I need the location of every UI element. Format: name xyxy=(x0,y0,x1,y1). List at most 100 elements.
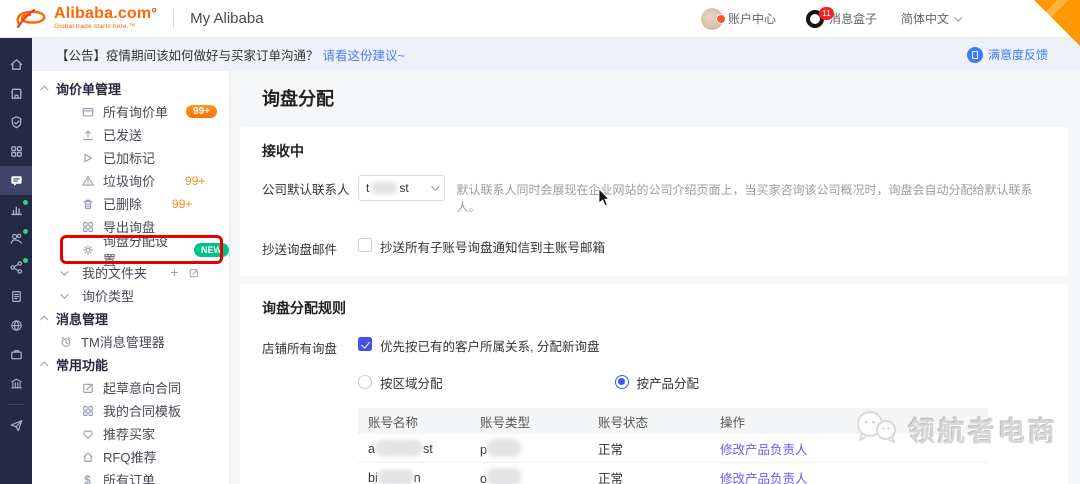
sidebar-item-all-orders[interactable]: $ 所有订单 xyxy=(32,468,229,484)
sidebar-item-tm-manager[interactable]: TM消息管理器 xyxy=(32,330,229,353)
trash-icon xyxy=(80,196,95,211)
account-center-button[interactable]: 账户中心 xyxy=(701,8,776,30)
radio-by-product[interactable]: 按产品分配 xyxy=(615,371,700,392)
rail-analytics-icon[interactable] xyxy=(0,195,32,224)
icon-rail xyxy=(0,38,32,484)
sidebar-item-rfq[interactable]: RFQ推荐 xyxy=(32,445,229,468)
modify-product-owner-link[interactable]: 修改产品负责人 xyxy=(720,443,808,457)
edit-icon[interactable] xyxy=(188,267,200,279)
brand-name: Alibaba.com° xyxy=(54,6,157,22)
rail-apps-icon[interactable] xyxy=(0,137,32,166)
sidebar-item-inquiry-type[interactable]: 询价类型 xyxy=(32,284,229,307)
account-center-label: 账户中心 xyxy=(728,10,776,27)
rail-briefcase-icon[interactable] xyxy=(0,340,32,369)
rail-store-icon[interactable] xyxy=(0,79,32,108)
radio-checked-icon[interactable] xyxy=(615,375,629,389)
language-label: 简体中文 xyxy=(901,10,949,27)
redacted-text xyxy=(378,469,414,484)
grid-icon xyxy=(80,219,95,234)
page-title: 询盘分配 xyxy=(240,85,1068,111)
clock-icon xyxy=(58,334,73,349)
announcement-link[interactable]: 请看这份建议~ xyxy=(323,45,405,64)
cc-email-checkbox[interactable] xyxy=(358,238,372,252)
sidebar-item-all-inquiries[interactable]: 所有询价单 99+ xyxy=(32,100,229,123)
sidebar-section-common-functions[interactable]: 常用功能 xyxy=(32,353,229,376)
main-content: 询盘分配 接收中 公司默认联系人 t st 默认联系人同时会展现在企业网站的公司… xyxy=(230,71,1080,484)
app-title: My Alibaba xyxy=(190,10,263,27)
count-text: 99+ xyxy=(185,174,205,188)
divider xyxy=(173,9,174,29)
sidebar-item-draft-contract[interactable]: 起草意向合同 xyxy=(32,376,229,399)
feedback-label: 满意度反馈 xyxy=(988,46,1048,63)
my-alibaba-app: Alibaba.com° Global trade starts here.™ … xyxy=(0,0,1080,484)
default-contact-label: 公司默认联系人 xyxy=(262,175,358,198)
plus-icon[interactable] xyxy=(169,267,180,278)
chevron-up-icon xyxy=(40,361,48,369)
chevron-up-icon xyxy=(40,315,48,323)
brand-tagline: Global trade starts here.™ xyxy=(54,24,157,31)
sidebar-item-dispatch-settings[interactable]: 询盘分配设置 NEW xyxy=(32,238,229,261)
redacted-text xyxy=(487,439,521,457)
avatar-badge xyxy=(716,14,726,24)
modify-product-owner-link[interactable]: 修改产品负责人 xyxy=(720,472,808,484)
sidebar-item-contract-templates[interactable]: 我的合同模板 xyxy=(32,399,229,422)
radio-unchecked-icon[interactable] xyxy=(358,375,372,389)
status-text: 正常 xyxy=(598,468,720,484)
redacted-text xyxy=(375,440,423,456)
message-box-button[interactable]: 11 消息盒子 xyxy=(806,10,877,28)
sidebar-item-spam[interactable]: 垃圾询价 99+ xyxy=(32,169,229,192)
status-text: 正常 xyxy=(598,439,720,458)
table-row: ast p 正常 修改产品负责人 xyxy=(358,434,988,463)
rail-home-icon[interactable] xyxy=(0,50,32,79)
sidebar-item-recommend-buyers[interactable]: 推荐买家 xyxy=(32,422,229,445)
rail-bank-icon[interactable] xyxy=(0,369,32,398)
sidebar-item-my-folders[interactable]: 我的文件夹 xyxy=(32,261,229,284)
divider xyxy=(8,404,24,405)
default-contact-description: 默认联系人同时会展现在企业网站的公司介绍页面上，当买家咨询该公司概况时，询盘会自… xyxy=(457,175,1045,215)
receiving-card: 接收中 公司默认联系人 t st 默认联系人同时会展现在企业网站的公司介绍页面上… xyxy=(240,127,1068,276)
radio-by-region[interactable]: 按区域分配 xyxy=(358,371,443,392)
count-badge: 99+ xyxy=(186,105,217,118)
sidebar-section-message-mgmt[interactable]: 消息管理 xyxy=(32,307,229,330)
account-table: 账号名称 账号类型 账号状态 操作 ast p 正常 修改产品负责人 bin o… xyxy=(358,408,988,484)
rail-messages-icon[interactable] xyxy=(0,166,32,195)
rail-globe-icon[interactable] xyxy=(0,311,32,340)
cc-email-option-text: 抄送所有子账号询盘通知信到主账号邮箱 xyxy=(380,235,605,256)
top-right-menu: 账户中心 11 消息盒子 简体中文 xyxy=(701,8,960,30)
rail-send-icon[interactable] xyxy=(0,411,32,440)
dollar-icon: $ xyxy=(80,472,95,484)
rail-shield-icon[interactable] xyxy=(0,108,32,137)
alibaba-logo[interactable]: Alibaba.com° Global trade starts here.™ xyxy=(14,6,157,32)
card-icon xyxy=(80,104,95,119)
rail-share-icon[interactable] xyxy=(0,253,32,282)
redacted-text xyxy=(371,182,397,194)
table-header-row: 账号名称 账号类型 账号状态 操作 xyxy=(358,408,988,434)
sidebar-item-flagged[interactable]: 已加标记 xyxy=(32,146,229,169)
sidebar-item-deleted[interactable]: 已删除 99+ xyxy=(32,192,229,215)
warning-icon xyxy=(80,173,95,188)
message-count-badge: 11 xyxy=(819,7,834,20)
announcement-text: 【公告】疫情期间该如何做好与买家订单沟通？ xyxy=(56,45,319,64)
avatar xyxy=(701,8,723,30)
message-box-icon: 11 xyxy=(806,10,824,28)
sidebar-section-inquiry-mgmt[interactable]: 询价单管理 xyxy=(32,77,229,100)
priority-checkbox[interactable] xyxy=(358,337,372,351)
rail-customers-icon[interactable] xyxy=(0,224,32,253)
top-bar: Alibaba.com° Global trade starts here.™ … xyxy=(0,0,1080,38)
compose-icon xyxy=(80,380,95,395)
rules-card: 询盘分配规则 店铺所有询盘 优先按已有的客户所属关系, 分配新询盘 按区域分配 … xyxy=(240,284,1068,484)
default-contact-select[interactable]: t st xyxy=(358,175,445,201)
status-dot xyxy=(23,229,28,234)
new-badge: NEW xyxy=(194,243,229,257)
rail-documents-icon[interactable] xyxy=(0,282,32,311)
announcement-bar: 【公告】疫情期间该如何做好与买家订单沟通？ 请看这份建议~ 满意度反馈 xyxy=(32,38,1080,71)
corner-ribbon[interactable] xyxy=(1034,0,1080,46)
grid-icon xyxy=(80,403,95,418)
count-text: 99+ xyxy=(172,197,192,211)
house-icon xyxy=(80,449,95,464)
chevron-down-icon xyxy=(60,290,68,298)
feedback-button[interactable]: 满意度反馈 xyxy=(967,46,1048,63)
language-selector[interactable]: 简体中文 xyxy=(901,10,960,27)
col-account-name: 账号名称 xyxy=(358,412,480,431)
sidebar-item-sent[interactable]: 已发送 xyxy=(32,123,229,146)
